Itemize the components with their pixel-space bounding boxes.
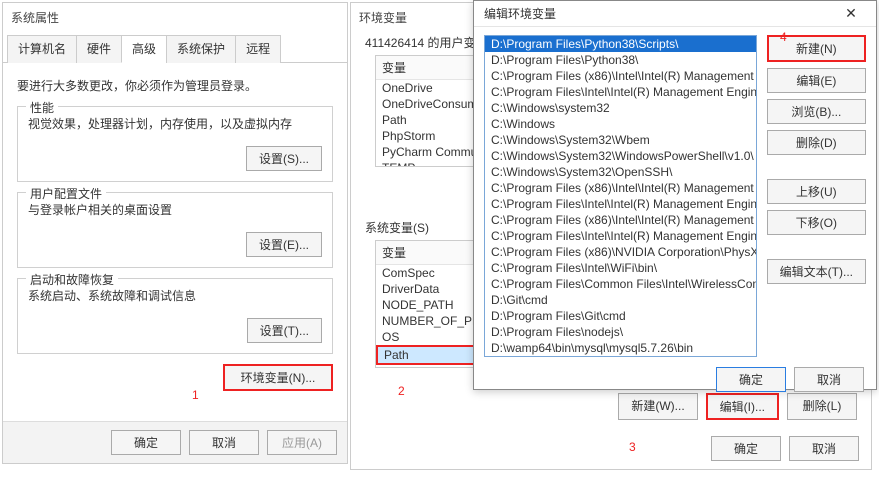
- titlebar: 编辑环境变量 ✕: [474, 1, 876, 27]
- annotation-4: 4: [780, 30, 787, 44]
- cancel-button[interactable]: 取消: [189, 430, 259, 455]
- tab-computername[interactable]: 计算机名: [7, 35, 77, 63]
- path-item[interactable]: C:\Program Files\Common Files\Intel\Wire…: [485, 276, 756, 292]
- group-desc: 与登录帐户相关的桌面设置: [28, 201, 322, 218]
- ok-button[interactable]: 确定: [716, 367, 786, 392]
- cancel-button[interactable]: 取消: [789, 436, 859, 461]
- path-item[interactable]: C:\Windows\System32\WindowsPowerShell\v1…: [485, 148, 756, 164]
- browse-button[interactable]: 浏览(B)...: [767, 99, 866, 124]
- startup-group: 启动和故障恢复 系统启动、系统故障和调试信息 设置(T)...: [17, 278, 333, 354]
- apply-button[interactable]: 应用(A): [267, 430, 337, 455]
- path-item[interactable]: C:\Windows\system32: [485, 100, 756, 116]
- dialog-footer: 确定 取消: [351, 428, 871, 469]
- group-label: 性能: [26, 99, 58, 116]
- path-item[interactable]: C:\Program Files\Intel\WiFi\bin\: [485, 260, 756, 276]
- cancel-button[interactable]: 取消: [794, 367, 864, 392]
- startup-settings-button[interactable]: 设置(T)...: [247, 318, 322, 343]
- ok-button[interactable]: 确定: [711, 436, 781, 461]
- path-item[interactable]: D:\Program Files\Git\cmd: [485, 308, 756, 324]
- path-item[interactable]: C:\Windows: [485, 116, 756, 132]
- path-item[interactable]: D:\Program Files\Python38\: [485, 52, 756, 68]
- path-item[interactable]: D:\Git\cmd: [485, 292, 756, 308]
- movedown-button[interactable]: 下移(O): [767, 210, 866, 235]
- profiles-settings-button[interactable]: 设置(E)...: [246, 232, 322, 257]
- delete-button[interactable]: 删除(D): [767, 130, 866, 155]
- group-label: 用户配置文件: [26, 185, 106, 202]
- admin-note: 要进行大多数更改，你必须作为管理员登录。: [17, 77, 333, 94]
- path-item[interactable]: C:\Program Files (x86)\Intel\Intel(R) Ma…: [485, 68, 756, 84]
- tab-remote[interactable]: 远程: [235, 35, 281, 63]
- perf-settings-button[interactable]: 设置(S)...: [246, 146, 322, 171]
- group-label: 启动和故障恢复: [26, 271, 118, 288]
- annotation-2: 2: [398, 384, 405, 398]
- path-item[interactable]: C:\Program Files (x86)\Intel\Intel(R) Ma…: [485, 180, 756, 196]
- path-item[interactable]: C:\Program Files (x86)\Intel\Intel(R) Ma…: [485, 212, 756, 228]
- path-item[interactable]: C:\Program Files\Intel\Intel(R) Manageme…: [485, 228, 756, 244]
- group-desc: 视觉效果，处理器计划，内存使用，以及虚拟内存: [28, 115, 322, 132]
- close-icon[interactable]: ✕: [830, 5, 872, 22]
- edit-button[interactable]: 编辑(E): [767, 68, 866, 93]
- dialog-footer: 确定 取消 应用(A): [3, 421, 347, 463]
- annotation-1: 1: [192, 388, 199, 402]
- profiles-group: 用户配置文件 与登录帐户相关的桌面设置 设置(E)...: [17, 192, 333, 268]
- tab-strip: 计算机名 硬件 高级 系统保护 远程: [3, 34, 347, 63]
- performance-group: 性能 视觉效果，处理器计划，内存使用，以及虚拟内存 设置(S)...: [17, 106, 333, 182]
- edittext-button[interactable]: 编辑文本(T)...: [767, 259, 866, 284]
- group-desc: 系统启动、系统故障和调试信息: [28, 287, 322, 304]
- path-item[interactable]: C:\Program Files (x86)\NVIDIA Corporatio…: [485, 244, 756, 260]
- annotation-3: 3: [629, 440, 636, 454]
- dialog-title: 编辑环境变量: [484, 5, 556, 22]
- ok-button[interactable]: 确定: [111, 430, 181, 455]
- path-item[interactable]: D:\Program Files\Python38\Scripts\: [485, 36, 756, 52]
- moveup-button[interactable]: 上移(U): [767, 179, 866, 204]
- dialog-footer: 确定 取消: [474, 363, 876, 400]
- tab-protection[interactable]: 系统保护: [166, 35, 236, 63]
- edit-env-var-dialog: 编辑环境变量 ✕ D:\Program Files\Python38\Scrip…: [473, 0, 877, 390]
- env-vars-button[interactable]: 环境变量(N)...: [223, 364, 333, 391]
- tab-advanced[interactable]: 高级: [121, 35, 167, 63]
- path-item[interactable]: C:\Program Files\Intel\Intel(R) Manageme…: [485, 84, 756, 100]
- path-item[interactable]: C:\Program Files\Intel\Intel(R) Manageme…: [485, 196, 756, 212]
- dialog-title: 系统属性: [3, 3, 347, 34]
- path-item[interactable]: D:\Program Files\nodejs\: [485, 324, 756, 340]
- path-item[interactable]: C:\Windows\System32\Wbem: [485, 132, 756, 148]
- path-item[interactable]: D:\wamp64\bin\mysql\mysql5.7.26\bin: [485, 340, 756, 356]
- path-entries-list[interactable]: D:\Program Files\Python38\Scripts\D:\Pro…: [484, 35, 757, 357]
- tab-hardware[interactable]: 硬件: [76, 35, 122, 63]
- side-buttons: 新建(N) 编辑(E) 浏览(B)... 删除(D) 上移(U) 下移(O) 编…: [767, 35, 866, 357]
- system-properties-dialog: 系统属性 计算机名 硬件 高级 系统保护 远程 要进行大多数更改，你必须作为管理…: [2, 2, 348, 464]
- path-item[interactable]: C:\Windows\System32\OpenSSH\: [485, 164, 756, 180]
